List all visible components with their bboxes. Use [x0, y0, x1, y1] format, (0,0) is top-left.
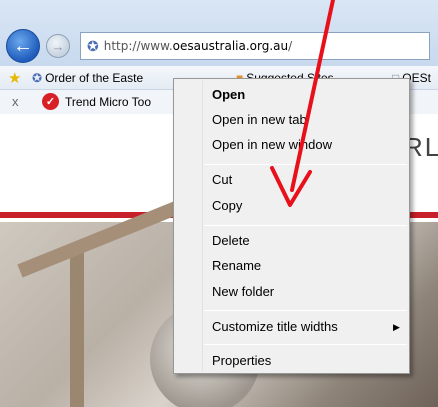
annotation-arrow-icon	[270, 0, 335, 207]
